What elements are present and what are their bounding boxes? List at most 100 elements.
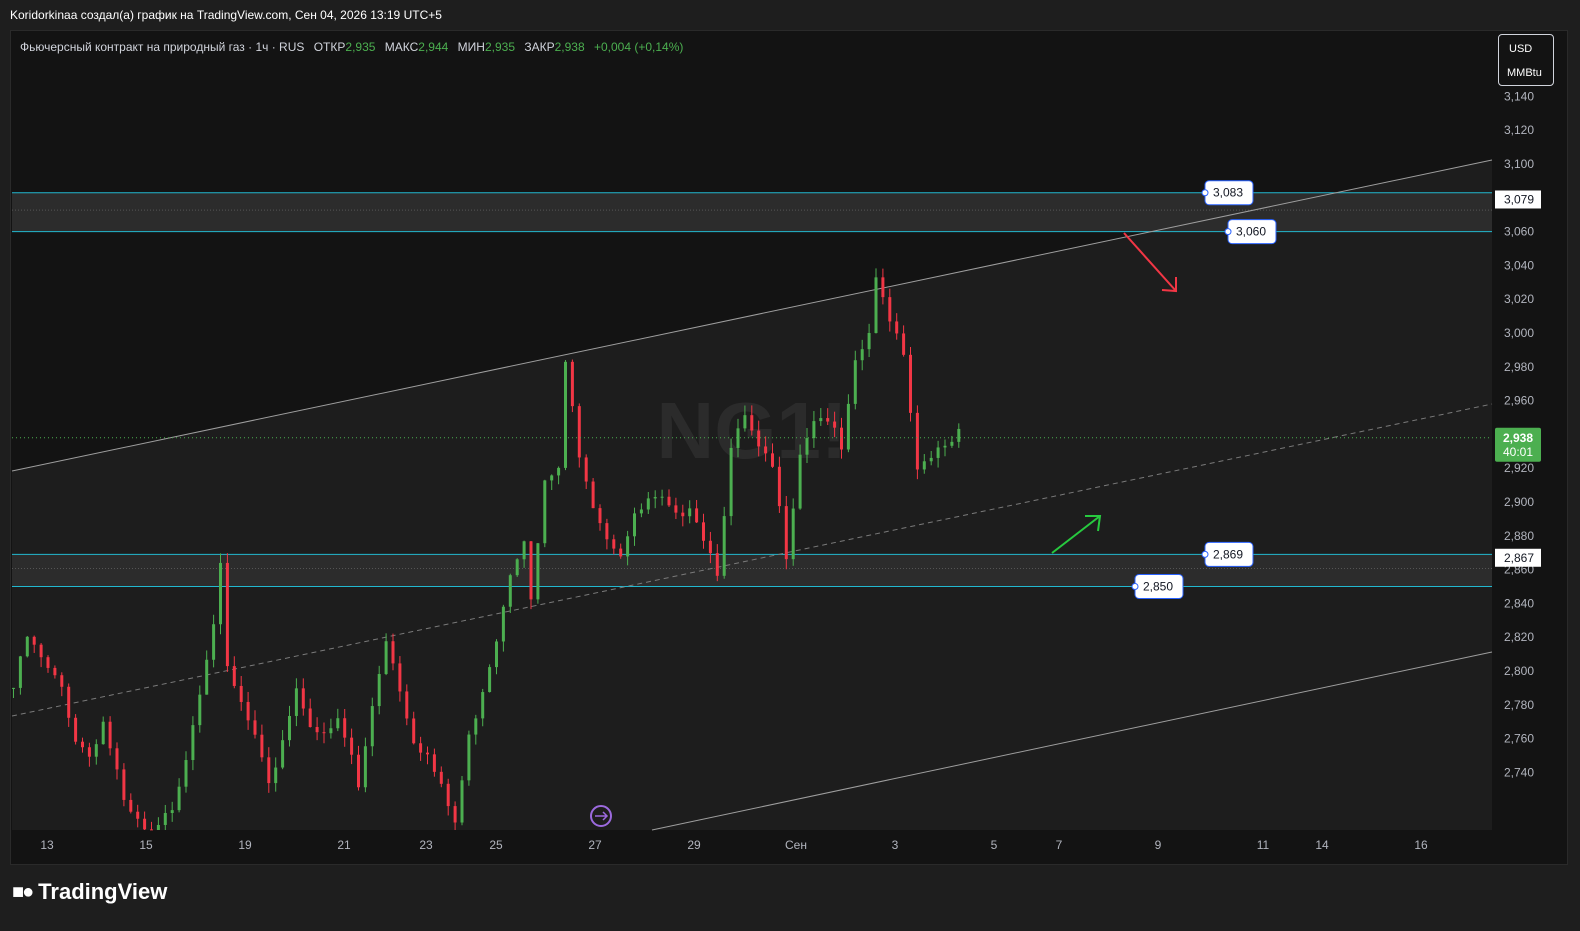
candle-body bbox=[708, 540, 712, 554]
candle-body bbox=[598, 508, 602, 524]
candle-body bbox=[729, 447, 733, 517]
candle-body bbox=[798, 454, 802, 509]
candle-body bbox=[281, 740, 285, 768]
candle-body bbox=[453, 806, 457, 823]
candle-body bbox=[322, 732, 326, 734]
candle-body bbox=[122, 769, 126, 800]
y-axis-tick: 2,740 bbox=[1504, 765, 1534, 779]
candle-body bbox=[619, 548, 623, 557]
last-price-label: 2,938 bbox=[1503, 431, 1533, 445]
y-axis-tick: 2,920 bbox=[1504, 461, 1534, 475]
candle-body bbox=[881, 277, 885, 298]
candle-body bbox=[60, 675, 64, 687]
zone-anchor-handle[interactable] bbox=[1224, 228, 1232, 236]
candle-body bbox=[853, 360, 857, 404]
y-axis-tick: 3,120 bbox=[1504, 123, 1534, 137]
candle-body bbox=[426, 752, 429, 755]
axis-zone-label: 2,867 bbox=[1504, 551, 1534, 565]
candle-body bbox=[860, 349, 864, 361]
candle-body bbox=[94, 744, 98, 757]
x-axis-tick: 19 bbox=[238, 838, 252, 852]
x-axis-tick: 15 bbox=[139, 838, 153, 852]
candle-body bbox=[529, 541, 533, 600]
candle-body bbox=[343, 718, 347, 738]
candle-body bbox=[784, 506, 788, 560]
candle-body bbox=[260, 734, 264, 758]
candle-body bbox=[902, 333, 906, 355]
candle-body bbox=[501, 606, 505, 642]
candle-body bbox=[812, 421, 816, 439]
candle-body bbox=[909, 354, 912, 413]
candle-body bbox=[591, 481, 595, 509]
candle-body bbox=[246, 701, 250, 721]
candle-body bbox=[74, 717, 78, 742]
high-label: МАКС bbox=[384, 40, 419, 54]
x-axis-tick: 21 bbox=[337, 838, 351, 852]
zone-band-1 bbox=[12, 554, 1492, 587]
zone-anchor-handle[interactable] bbox=[1201, 550, 1209, 558]
candle-body bbox=[674, 505, 678, 513]
candle-body bbox=[460, 780, 464, 823]
candle-body bbox=[771, 453, 774, 467]
x-axis-tick: 16 bbox=[1414, 838, 1428, 852]
candle-body bbox=[350, 737, 354, 755]
candle-body bbox=[833, 421, 837, 428]
candle-body bbox=[653, 497, 657, 499]
candle-body bbox=[219, 562, 222, 625]
y-axis-tick: 3,000 bbox=[1504, 326, 1534, 340]
unit-selector[interactable]: USD MMBtu bbox=[1498, 34, 1554, 86]
low-label: МИН bbox=[457, 40, 485, 54]
candle-body bbox=[943, 445, 947, 448]
candle-body bbox=[584, 457, 588, 482]
candle-body bbox=[936, 447, 940, 458]
currency-label: USD bbox=[1509, 43, 1533, 55]
y-axis-tick: 2,900 bbox=[1504, 495, 1534, 509]
zone-price-label: 3,083 bbox=[1213, 186, 1243, 200]
channel-fill bbox=[12, 160, 1492, 830]
y-axis-tick: 2,800 bbox=[1504, 664, 1534, 678]
zone-price-label: 2,869 bbox=[1213, 547, 1243, 561]
candle-body bbox=[12, 687, 15, 689]
candle-body bbox=[115, 748, 119, 770]
y-axis-tick: 2,960 bbox=[1504, 394, 1534, 408]
candle-body bbox=[18, 656, 22, 688]
candle-body bbox=[357, 754, 360, 788]
candle-body bbox=[253, 720, 257, 735]
candle-body bbox=[840, 427, 843, 450]
zone-price-label: 3,060 bbox=[1236, 225, 1266, 239]
candle-body bbox=[212, 624, 216, 660]
zone-anchor-handle[interactable] bbox=[1131, 583, 1139, 590]
candle-body bbox=[184, 760, 188, 787]
candle-body bbox=[536, 543, 540, 600]
x-axis-tick: Сен bbox=[785, 838, 807, 852]
candle-body bbox=[488, 667, 492, 693]
candle-body bbox=[508, 575, 512, 607]
candle-body bbox=[577, 406, 581, 458]
bar-countdown-label: 40:01 bbox=[1503, 445, 1533, 459]
candle-body bbox=[764, 446, 768, 454]
candle-body bbox=[757, 430, 761, 447]
candle-body bbox=[557, 467, 561, 476]
candle-body bbox=[412, 718, 416, 744]
price-chart[interactable]: NG1!3,0833,0602,8692,8503,1403,1203,1003… bbox=[0, 0, 1580, 931]
candle-body bbox=[370, 706, 374, 747]
candle-body bbox=[101, 721, 105, 745]
x-axis-tick: 14 bbox=[1315, 838, 1329, 852]
x-axis-tick: 3 bbox=[892, 838, 899, 852]
candle-body bbox=[522, 541, 526, 560]
candle-body bbox=[874, 277, 878, 333]
y-axis-tick: 2,760 bbox=[1504, 732, 1534, 746]
candle-body bbox=[439, 771, 443, 784]
candle-body bbox=[225, 562, 229, 667]
x-axis-tick: 23 bbox=[419, 838, 433, 852]
candle-body bbox=[108, 721, 112, 749]
y-axis-tick: 3,060 bbox=[1504, 225, 1534, 239]
zone-anchor-handle[interactable] bbox=[1201, 189, 1209, 197]
candle-body bbox=[805, 438, 809, 455]
x-axis-tick: 11 bbox=[1257, 838, 1270, 852]
candle-body bbox=[150, 829, 153, 831]
candle-body bbox=[136, 811, 140, 819]
candle-body bbox=[791, 508, 795, 560]
candle-body bbox=[922, 461, 926, 470]
candle-body bbox=[646, 498, 650, 510]
